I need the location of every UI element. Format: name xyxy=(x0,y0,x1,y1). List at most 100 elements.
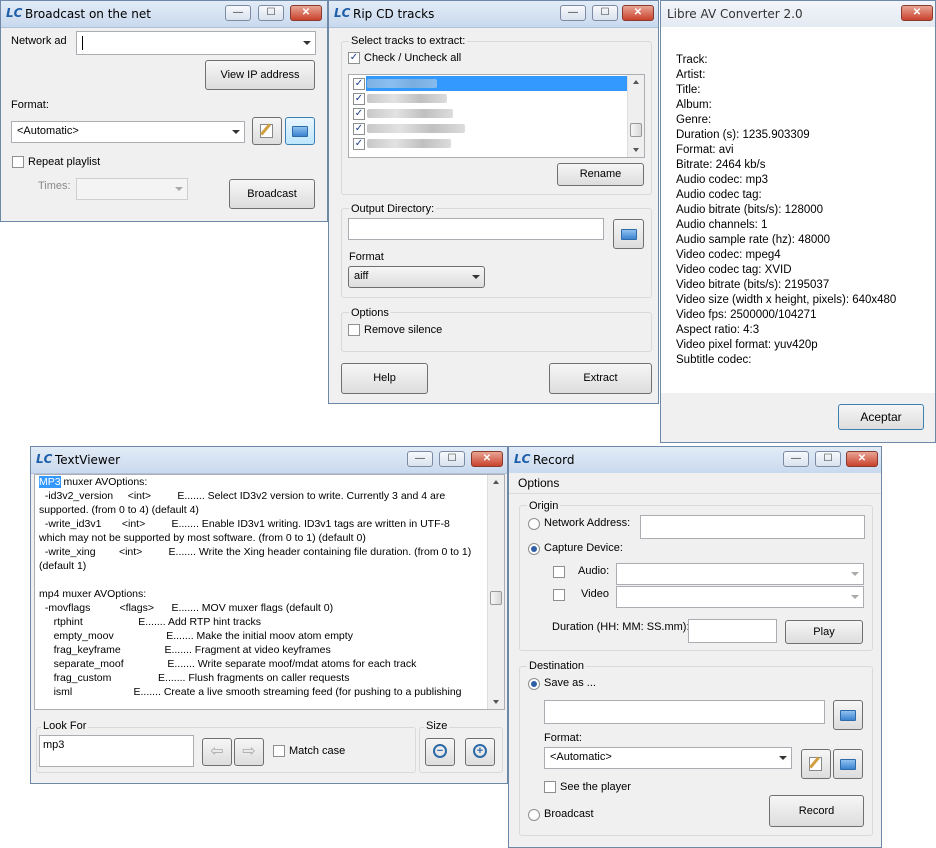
extract-button[interactable]: Extract xyxy=(549,363,652,394)
track-checkbox[interactable]: ✓ xyxy=(353,93,365,105)
zoom-in-button[interactable]: + xyxy=(465,738,495,766)
help-button[interactable]: Help xyxy=(341,363,428,394)
record-titlebar[interactable]: LC Record — ☐ ✕ xyxy=(509,447,881,474)
look-for-input[interactable]: mp3 xyxy=(39,735,194,767)
format-label: Format xyxy=(349,251,384,263)
network-address-radio[interactable] xyxy=(528,518,540,530)
browse-folder-button[interactable] xyxy=(833,700,863,730)
minimize-button[interactable]: — xyxy=(783,451,809,467)
scroll-down-icon[interactable] xyxy=(493,700,499,704)
open-folder-button[interactable] xyxy=(833,749,863,779)
scroll-thumb[interactable] xyxy=(490,591,502,605)
folder-icon xyxy=(620,229,637,240)
maximize-button[interactable]: ☐ xyxy=(815,451,841,467)
zoom-out-button[interactable]: − xyxy=(425,738,455,766)
track-row[interactable]: ✓ xyxy=(349,91,644,106)
text-line: frag_keyframe E....... Fragment at video… xyxy=(39,644,331,656)
format-select[interactable]: aiff xyxy=(348,266,485,288)
maximize-button[interactable]: ☐ xyxy=(258,5,284,21)
media-info-line: Artist: xyxy=(676,69,706,81)
capture-device-radio[interactable] xyxy=(528,543,540,555)
menu-options[interactable]: Options xyxy=(518,476,559,490)
close-button[interactable]: ✕ xyxy=(846,451,878,467)
broadcast-radio[interactable] xyxy=(528,809,540,821)
maximize-button[interactable]: ☐ xyxy=(592,5,618,21)
scroll-up-icon[interactable] xyxy=(633,80,639,84)
edit-format-button[interactable] xyxy=(801,749,831,779)
browse-folder-button[interactable] xyxy=(613,219,644,249)
track-checkbox[interactable]: ✓ xyxy=(353,108,365,120)
track-checkbox[interactable]: ✓ xyxy=(353,78,365,90)
duration-input[interactable] xyxy=(688,619,777,643)
match-case-checkbox[interactable] xyxy=(273,745,285,757)
track-list-scrollbar[interactable] xyxy=(627,75,644,157)
audio-checkbox[interactable] xyxy=(553,566,565,578)
close-button[interactable]: ✕ xyxy=(471,451,503,467)
video-checkbox[interactable] xyxy=(553,589,565,601)
scroll-down-icon[interactable] xyxy=(633,148,639,152)
network-address-label: Network ad xyxy=(11,35,67,47)
network-address-input[interactable] xyxy=(640,515,865,539)
text-line: separate_moof E....... Write separate mo… xyxy=(39,658,417,670)
format-label: Format: xyxy=(544,732,582,744)
previous-match-button[interactable]: ⇦ xyxy=(202,738,232,766)
output-directory-input[interactable] xyxy=(348,218,604,240)
close-button[interactable]: ✕ xyxy=(901,5,933,21)
scroll-up-icon[interactable] xyxy=(493,480,499,484)
save-as-label: Save as ... xyxy=(544,677,596,689)
textviewer-titlebar[interactable]: LC TextViewer — ☐ ✕ xyxy=(31,447,507,474)
track-row[interactable]: ✓ xyxy=(349,121,644,136)
duration-label: Duration (HH: MM: SS.mm): xyxy=(552,621,690,633)
format-select[interactable]: <Automatic> xyxy=(544,747,792,769)
track-row[interactable]: ✓ xyxy=(349,106,644,121)
track-row[interactable]: ✓ xyxy=(349,76,644,91)
accept-button[interactable]: Aceptar xyxy=(838,404,924,430)
text-line: -id3v2_version <int> E....... Select ID3… xyxy=(39,490,446,502)
broadcast-window: LC Broadcast on the net — ☐ ✕ Network ad… xyxy=(0,0,328,222)
remove-silence-checkbox[interactable] xyxy=(348,324,360,336)
close-button[interactable]: ✕ xyxy=(622,5,654,21)
rip-titlebar[interactable]: LC Rip CD tracks — ☐ ✕ xyxy=(329,1,658,28)
track-title-redacted xyxy=(367,139,451,148)
format-select[interactable]: <Automatic> xyxy=(11,121,245,143)
media-info-line: Genre: xyxy=(676,114,712,126)
minimize-button[interactable]: — xyxy=(560,5,586,21)
track-checkbox[interactable]: ✓ xyxy=(353,123,365,135)
converter-titlebar[interactable]: Libre AV Converter 2.0 ✕ xyxy=(661,1,935,28)
text-cursor xyxy=(82,36,83,50)
scroll-thumb[interactable] xyxy=(630,123,642,137)
video-device-select[interactable] xyxy=(616,586,864,608)
record-button[interactable]: Record xyxy=(769,795,864,827)
save-path-input[interactable] xyxy=(544,700,825,724)
track-title-redacted xyxy=(367,79,437,88)
track-list[interactable]: ✓ ✓ ✓ ✓ ✓ xyxy=(348,74,645,158)
track-checkbox[interactable]: ✓ xyxy=(353,138,365,150)
save-as-radio[interactable] xyxy=(528,678,540,690)
times-select[interactable] xyxy=(76,178,188,200)
broadcast-titlebar[interactable]: LC Broadcast on the net — ☐ ✕ xyxy=(1,1,327,28)
rename-button[interactable]: Rename xyxy=(557,163,644,186)
text-view-area[interactable]: MP3 muxer AVOptions: -id3v2_version <int… xyxy=(34,474,505,710)
text-line: mp4 muxer AVOptions: xyxy=(39,588,147,600)
audio-device-select[interactable] xyxy=(616,563,864,585)
play-button[interactable]: Play xyxy=(785,620,863,644)
chevron-down-icon xyxy=(175,187,183,191)
minimize-button[interactable]: — xyxy=(407,451,433,467)
view-ip-button[interactable]: View IP address xyxy=(205,60,315,90)
track-row[interactable]: ✓ xyxy=(349,136,644,151)
close-button[interactable]: ✕ xyxy=(290,5,322,21)
broadcast-button[interactable]: Broadcast xyxy=(229,179,315,209)
edit-format-button[interactable] xyxy=(252,117,282,145)
network-address-combo[interactable] xyxy=(76,31,316,55)
see-player-checkbox[interactable] xyxy=(544,781,556,793)
maximize-button[interactable]: ☐ xyxy=(439,451,465,467)
text-view-scrollbar[interactable] xyxy=(487,475,504,709)
text-line: frag_custom E....... Flush fragments on … xyxy=(39,672,350,684)
next-match-button[interactable]: ⇨ xyxy=(234,738,264,766)
check-all-checkbox[interactable]: ✓ xyxy=(348,52,360,64)
minimize-button[interactable]: — xyxy=(225,5,251,21)
open-folder-button[interactable] xyxy=(285,117,315,145)
capture-device-label: Capture Device: xyxy=(544,542,623,554)
repeat-playlist-checkbox[interactable] xyxy=(12,156,24,168)
destination-label: Destination xyxy=(527,660,587,672)
